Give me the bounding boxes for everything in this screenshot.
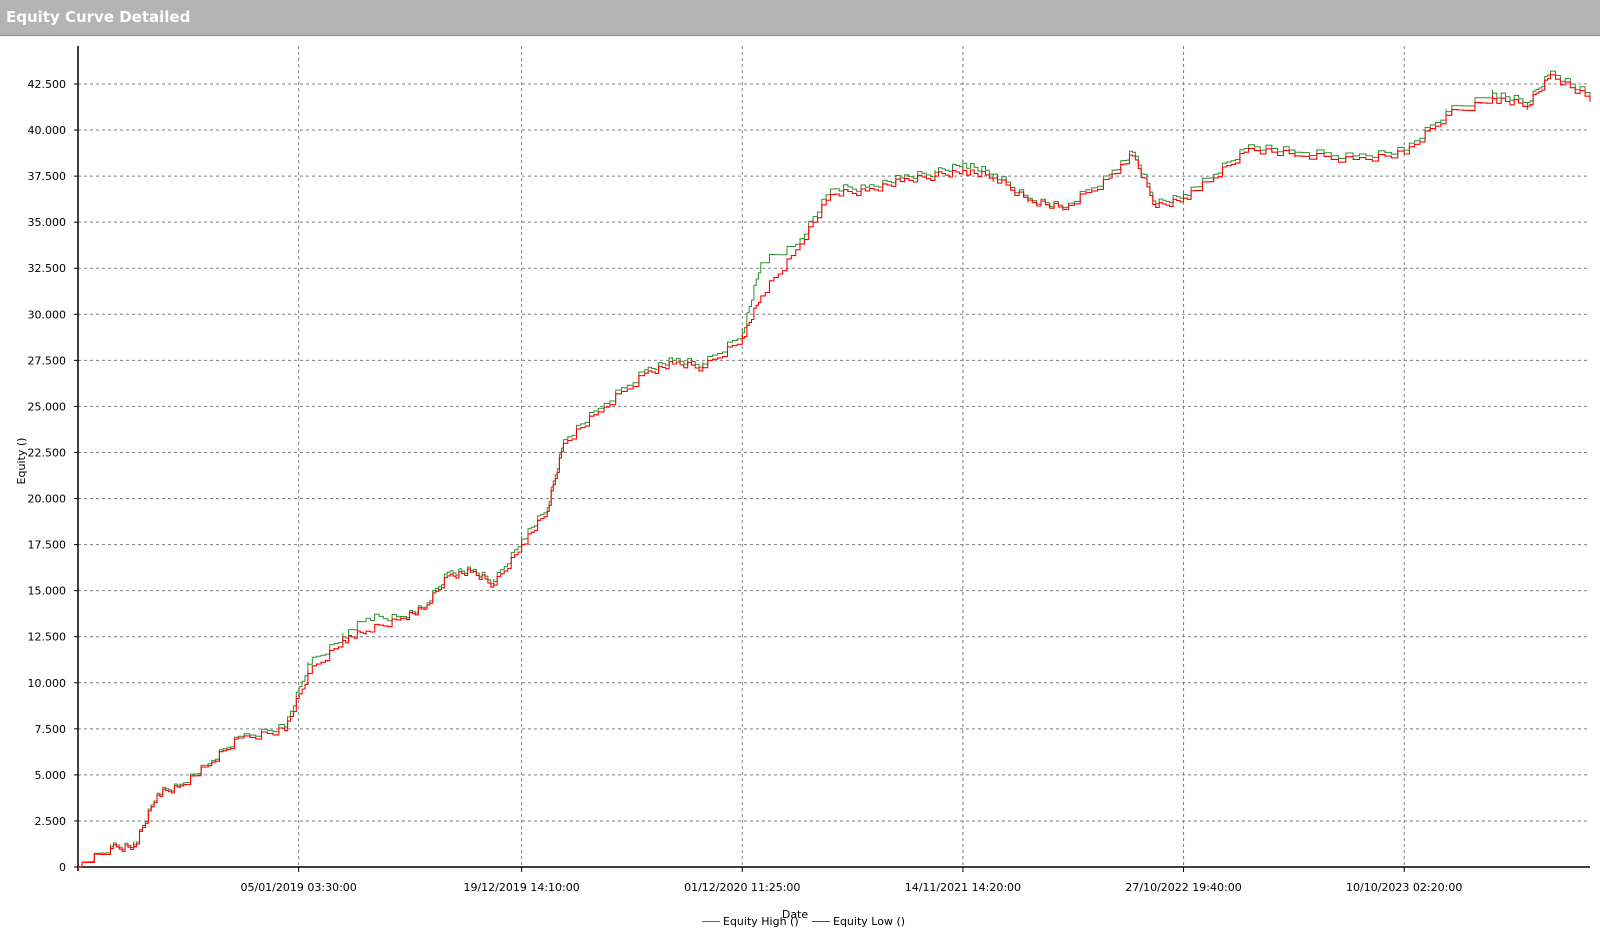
legend-swatch-equity-low [812, 921, 830, 922]
x-axis-tick-labels: 05/01/2019 03:30:00 19/12/2019 14:10:00 01… [240, 881, 1462, 894]
y-tick-label: 22.500 [28, 446, 67, 459]
y-tick-label: 35.000 [28, 216, 67, 229]
y-axis-label: Equity () [15, 438, 28, 485]
x-tick-label: 01/12/2020 11:25:00 [684, 881, 800, 894]
y-tick-label: 10.000 [28, 677, 67, 690]
y-tick-label: 7.500 [35, 723, 67, 736]
legend-label-equity-low: Equity Low () [833, 915, 906, 928]
y-axis-tick-labels: 0 2.500 5.000 7.500 10.000 12.500 15.000 17.500… [28, 78, 67, 874]
y-tick-label: 0 [59, 861, 66, 874]
x-tick-label: 05/01/2019 03:30:00 [240, 881, 356, 894]
window-titlebar: Equity Curve Detailed [0, 0, 1600, 36]
x-tick-label: 14/11/2021 14:20:00 [905, 881, 1021, 894]
window-title: Equity Curve Detailed [6, 8, 191, 26]
grid-lines [78, 46, 1590, 868]
y-tick-label: 17.500 [28, 539, 67, 552]
series-lines [78, 70, 1591, 868]
y-tick-label: 42.500 [28, 78, 67, 91]
y-tick-label: 5.000 [35, 769, 67, 782]
axes [74, 46, 1590, 872]
y-tick-label: 25.000 [28, 400, 67, 413]
x-tick-label: 10/10/2023 02:20:00 [1346, 881, 1462, 894]
series-equity-high [78, 70, 1591, 868]
series-equity-low [78, 74, 1591, 868]
y-tick-label: 2.500 [35, 815, 67, 828]
y-tick-label: 37.500 [28, 170, 67, 183]
legend-label-equity-high: Equity High () [723, 915, 799, 928]
y-tick-label: 15.000 [28, 585, 67, 598]
y-tick-label: 32.500 [28, 262, 67, 275]
y-tick-label: 12.500 [28, 631, 67, 644]
y-tick-label: 30.000 [28, 308, 67, 321]
x-tick-label: 19/12/2019 14:10:00 [463, 881, 579, 894]
legend-swatch-equity-high [702, 921, 720, 922]
y-tick-label: 20.000 [28, 493, 67, 506]
legend-item-equity-low: Equity Low () [812, 915, 905, 928]
y-tick-label: 40.000 [28, 124, 67, 137]
y-tick-label: 27.500 [28, 354, 67, 367]
equity-chart: 0 2.500 5.000 7.500 10.000 12.500 15.000 17.500… [15, 46, 1591, 921]
x-tick-label: 27/10/2022 19:40:00 [1125, 881, 1241, 894]
legend-item-equity-high: Equity High () [702, 915, 799, 928]
